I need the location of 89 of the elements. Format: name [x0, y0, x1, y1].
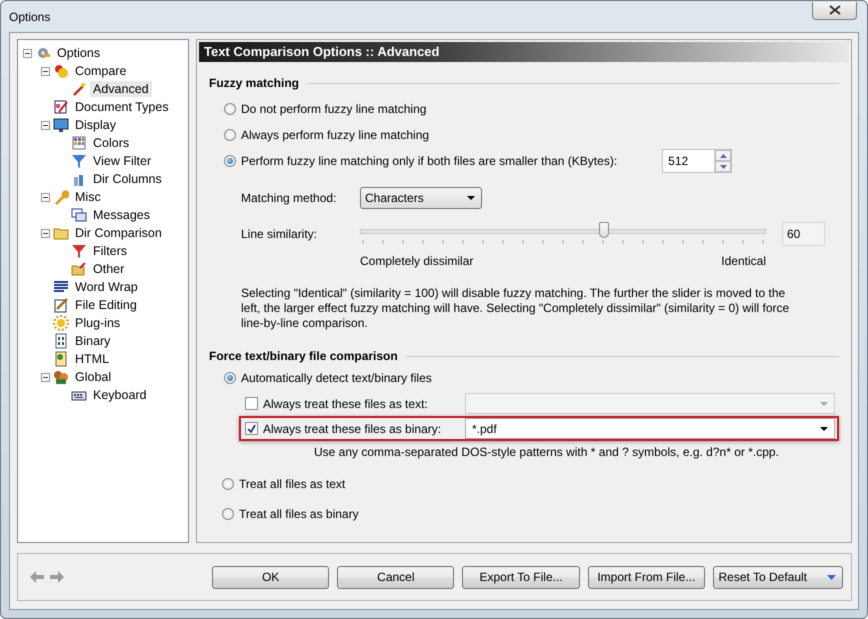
collapse-toggle[interactable]	[41, 66, 50, 76]
checkbox-label[interactable]: Always treat these files as binary:	[263, 422, 442, 436]
tree-item[interactable]: Global	[72, 369, 114, 385]
spin-down-icon[interactable]	[715, 161, 732, 172]
caret-icon	[820, 426, 828, 430]
reset-button[interactable]: Reset To Default	[712, 566, 843, 588]
tree-item-icon	[35, 45, 51, 61]
tree-item[interactable]: Dir Comparison	[72, 225, 165, 241]
dialog-button[interactable]: OK	[212, 566, 330, 588]
similarity-value: 60	[782, 222, 825, 246]
scale-label: Completely dissimilar	[360, 254, 474, 268]
dialog-button[interactable]: Export To File...	[462, 566, 580, 588]
field-label: Matching method:	[241, 191, 338, 205]
collapse-toggle[interactable]	[23, 48, 32, 58]
pattern-combobox[interactable]: *.pdf	[465, 418, 835, 439]
tree-item-icon	[53, 189, 69, 205]
tree-item[interactable]: Compare	[72, 63, 130, 79]
radio-label[interactable]: Always perform fuzzy line matching	[241, 128, 430, 142]
tree-item-icon	[53, 369, 69, 385]
caret-icon	[820, 402, 828, 406]
dialog-button[interactable]: Cancel	[337, 566, 454, 588]
collapse-toggle[interactable]	[41, 228, 50, 238]
tree-item-icon	[53, 333, 69, 349]
radio-button[interactable]	[224, 372, 236, 384]
tree-item[interactable]: Other	[90, 261, 128, 277]
caret-icon	[467, 196, 475, 200]
tree-item-icon	[71, 261, 87, 277]
tree-item[interactable]: View Filter	[90, 153, 154, 169]
tree-item-icon	[53, 297, 69, 313]
tree-item[interactable]: Colors	[90, 135, 132, 151]
tree-item-icon	[71, 81, 87, 97]
tree-item[interactable]: Messages	[90, 207, 153, 223]
tree-item-icon	[53, 279, 69, 295]
tree-item[interactable]: HTML	[72, 351, 112, 367]
radio-button[interactable]	[224, 129, 236, 141]
tree-item-icon	[71, 207, 87, 223]
similarity-slider[interactable]	[360, 221, 766, 247]
tree-item-icon	[53, 315, 69, 331]
radio-label[interactable]: Treat all files as text	[239, 477, 346, 491]
radio-button[interactable]	[222, 478, 234, 490]
help-text: Selecting "Identical" (similarity = 100) will disable fuzzy matching. The further the slider is moved to the left, the larger effect fuzzy matching will have. Selecting "Completely dissimilar" (similarity = 0) will force line-by-line comparison.	[241, 286, 790, 331]
kbytes-field[interactable]: 512	[663, 150, 714, 172]
radio-label[interactable]: Do not perform fuzzy line matching	[241, 102, 426, 116]
tree-item-icon	[53, 63, 69, 79]
tree-item-icon	[71, 135, 87, 151]
tree-item-icon	[53, 351, 69, 367]
method-dropdown[interactable]: Characters	[360, 187, 482, 209]
tree-item[interactable]: Binary	[72, 333, 114, 349]
close-button[interactable]	[812, 2, 857, 20]
spin-up-icon[interactable]	[715, 150, 732, 161]
radio-button[interactable]	[222, 508, 234, 520]
back-arrow-icon[interactable]	[30, 571, 44, 583]
field-label: Line similarity:	[241, 227, 318, 241]
panel-header: Text Comparison Options :: Advanced	[199, 42, 849, 62]
tree-item[interactable]: Keyboard	[90, 387, 150, 403]
hint-text: Use any comma-separated DOS-style patterns with * and ? symbols, e.g. d?n* or *.cpp.	[314, 444, 780, 461]
radio-label[interactable]: Perform fuzzy line matching only if both files are smaller than (KBytes):	[241, 154, 618, 168]
tree-item[interactable]: Document Types	[72, 99, 172, 115]
radio-label[interactable]: Treat all files as binary	[239, 507, 359, 521]
checkbox[interactable]	[245, 422, 258, 435]
tree-item-icon	[53, 117, 69, 133]
section-heading: Force text/binary file comparison	[209, 349, 398, 363]
forward-arrow-icon[interactable]	[50, 571, 64, 583]
tree-item-icon	[53, 99, 69, 115]
radio-button[interactable]	[224, 155, 236, 167]
tree-item[interactable]: Advanced	[90, 81, 152, 97]
scale-label: Identical	[721, 254, 766, 268]
slider-thumb[interactable]	[598, 222, 609, 238]
tree-item-icon	[71, 243, 87, 259]
tree-item[interactable]: Display	[72, 117, 119, 133]
window-title: Options	[9, 10, 50, 24]
close-icon	[828, 5, 840, 15]
tree-item[interactable]: Options	[54, 45, 104, 61]
tree-item[interactable]: Word Wrap	[72, 279, 141, 295]
collapse-toggle[interactable]	[41, 192, 50, 202]
radio-label[interactable]: Automatically detect text/binary files	[241, 371, 432, 385]
radio-button[interactable]	[224, 103, 236, 115]
tree-item-icon	[71, 153, 87, 169]
collapse-toggle[interactable]	[41, 372, 50, 382]
kbytes-spinner[interactable]: 512	[662, 149, 732, 173]
tree-item[interactable]: File Editing	[72, 297, 140, 313]
collapse-toggle[interactable]	[41, 120, 50, 130]
tree-item[interactable]: Dir Columns	[90, 171, 165, 187]
section-heading: Fuzzy matching	[209, 76, 300, 90]
caret-icon	[827, 574, 836, 580]
dialog-button[interactable]: Import From File...	[588, 566, 705, 588]
tree-item[interactable]: Misc	[72, 189, 104, 205]
tree-item[interactable]: Plug-ins	[72, 315, 124, 331]
tree-item[interactable]: Filters	[90, 243, 130, 259]
